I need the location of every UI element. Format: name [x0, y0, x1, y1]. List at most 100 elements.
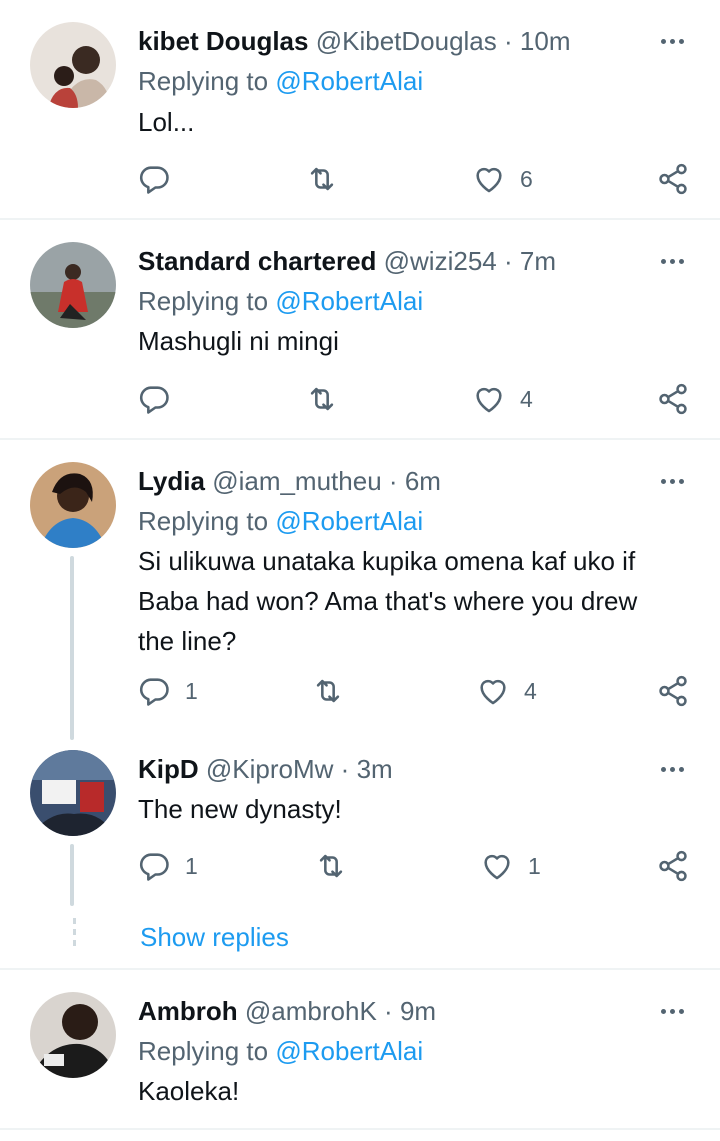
tweet-text: Lol...	[138, 107, 195, 137]
replying-to: Replying to @RobertAlai	[138, 1031, 423, 1071]
thread-line	[70, 556, 74, 740]
user-handle[interactable]: @KiproMw	[206, 754, 334, 784]
user-handle[interactable]: @KibetDouglas	[316, 26, 497, 56]
tweet-text: Mashugli ni mingi	[138, 326, 339, 356]
replying-prefix: Replying to	[138, 506, 269, 536]
more-icon[interactable]	[654, 21, 690, 61]
separator: ·	[503, 246, 513, 276]
tweet-text: Si ulikuwa unataka kupika omena kaf uko …	[138, 541, 698, 661]
timestamp[interactable]: 9m	[400, 996, 436, 1026]
share-icon	[656, 849, 690, 883]
retweet-button[interactable]	[311, 671, 359, 711]
reply-button[interactable]: 1	[137, 846, 198, 886]
retweet-icon	[314, 849, 348, 883]
like-count: 4	[520, 385, 533, 412]
more-icon[interactable]	[654, 461, 690, 501]
avatar[interactable]	[30, 462, 116, 548]
share-icon	[656, 382, 690, 416]
tweet[interactable]: Standard chartered @wizi254 · 7m Replyin…	[0, 220, 720, 438]
show-replies-link[interactable]: Show replies	[140, 917, 289, 957]
user-handle[interactable]: @wizi254	[384, 246, 497, 276]
tweet-text-line: Si ulikuwa unataka kupika omena kaf uko …	[138, 546, 636, 576]
replying-prefix: Replying to	[138, 66, 269, 96]
share-button[interactable]	[656, 846, 690, 886]
reply-count: 1	[185, 677, 198, 704]
share-button[interactable]	[656, 379, 690, 419]
tweet-header: Lydia @iam_mutheu · 6m	[138, 461, 441, 501]
avatar[interactable]	[30, 22, 116, 108]
reply-icon	[137, 162, 171, 196]
display-name[interactable]: kibet Douglas	[138, 26, 308, 56]
tweet[interactable]: Ambroh @ambrohK · 9m Replying to @Robert…	[0, 970, 720, 1130]
tweet[interactable]: kibet Douglas @KibetDouglas · 10m Replyi…	[0, 0, 720, 218]
tweet-text: Kaoleka!	[138, 1076, 240, 1106]
retweet-button[interactable]	[305, 379, 353, 419]
tweet-text-line: the line?	[138, 626, 237, 656]
timestamp[interactable]: 10m	[520, 26, 571, 56]
display-name[interactable]: Standard chartered	[138, 246, 376, 276]
reply-icon	[137, 849, 171, 883]
replying-to: Replying to @RobertAlai	[138, 501, 423, 541]
tweet[interactable]: KipD @KiproMw · 3m The new dynasty! 1 1	[0, 748, 720, 900]
replying-mention[interactable]: @RobertAlai	[275, 1036, 423, 1066]
replying-mention[interactable]: @RobertAlai	[275, 66, 423, 96]
more-icon[interactable]	[654, 749, 690, 789]
avatar[interactable]	[30, 750, 116, 836]
user-handle[interactable]: @ambrohK	[245, 996, 377, 1026]
retweet-button[interactable]	[314, 846, 362, 886]
share-button[interactable]	[656, 671, 690, 711]
retweet-button[interactable]	[305, 159, 353, 199]
replying-mention[interactable]: @RobertAlai	[275, 506, 423, 536]
thread-dots	[73, 918, 76, 951]
tweet[interactable]: Lydia @iam_mutheu · 6m Replying to @Robe…	[0, 440, 720, 730]
reply-button[interactable]	[137, 159, 185, 199]
timestamp[interactable]: 6m	[405, 466, 441, 496]
timestamp[interactable]: 7m	[520, 246, 556, 276]
avatar[interactable]	[30, 992, 116, 1078]
reply-icon	[137, 382, 171, 416]
display-name[interactable]: KipD	[138, 754, 199, 784]
divider	[0, 1128, 720, 1130]
like-icon	[472, 382, 506, 416]
separator: ·	[340, 754, 350, 784]
tweet-header: KipD @KiproMw · 3m	[138, 749, 393, 789]
like-button[interactable]: 4	[476, 671, 537, 711]
retweet-icon	[305, 382, 339, 416]
display-name[interactable]: Ambroh	[138, 996, 238, 1026]
tweet-text: The new dynasty!	[138, 794, 342, 824]
like-icon	[476, 674, 510, 708]
retweet-icon	[305, 162, 339, 196]
tweet-actions: 6	[0, 159, 720, 199]
replying-prefix: Replying to	[138, 1036, 269, 1066]
separator: ·	[504, 26, 513, 56]
like-icon	[472, 162, 506, 196]
like-button[interactable]: 4	[472, 379, 533, 419]
replying-to: Replying to @RobertAlai	[138, 61, 423, 101]
tweet-actions: 1 4	[0, 671, 720, 711]
reply-icon	[137, 674, 171, 708]
tweet-actions: 4	[0, 379, 720, 419]
retweet-icon	[311, 674, 345, 708]
share-icon	[656, 674, 690, 708]
reply-count: 1	[185, 852, 198, 879]
timestamp[interactable]: 3m	[357, 754, 393, 784]
like-button[interactable]: 6	[472, 159, 533, 199]
replying-prefix: Replying to	[138, 286, 269, 316]
more-icon[interactable]	[654, 241, 690, 281]
more-icon[interactable]	[654, 991, 690, 1031]
reply-button[interactable]	[137, 379, 185, 419]
display-name[interactable]: Lydia	[138, 466, 205, 496]
share-button[interactable]	[656, 159, 690, 199]
user-handle[interactable]: @iam_mutheu	[212, 466, 381, 496]
like-count: 1	[528, 852, 541, 879]
tweet-header: Standard chartered @wizi254 · 7m	[138, 241, 556, 281]
tweet-actions: 1 1	[0, 846, 720, 886]
replying-mention[interactable]: @RobertAlai	[275, 286, 423, 316]
like-count: 4	[524, 677, 537, 704]
separator: ·	[384, 996, 393, 1026]
avatar[interactable]	[30, 242, 116, 328]
tweet-text-line: Baba had won? Ama that's where you drew	[138, 586, 638, 616]
reply-button[interactable]: 1	[137, 671, 198, 711]
tweet-header: Ambroh @ambrohK · 9m	[138, 991, 436, 1031]
like-button[interactable]: 1	[480, 846, 541, 886]
